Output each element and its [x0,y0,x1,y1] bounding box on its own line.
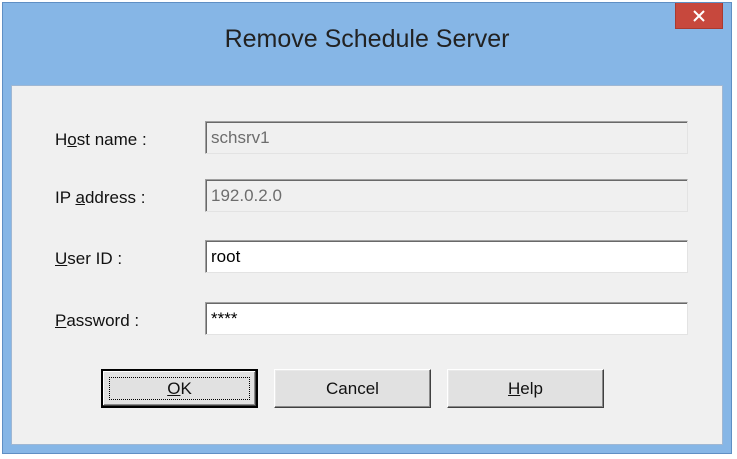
dialog-title: Remove Schedule Server [224,25,510,53]
help-button[interactable]: Help [447,369,604,408]
cancel-button-label: Cancel [326,378,379,398]
dialog-window: Remove Schedule Server Host name : IP ad… [2,2,732,454]
ip-address-accelerator: a [75,188,85,207]
host-name-accelerator: o [67,130,77,149]
close-button[interactable] [675,3,723,29]
host-name-field [205,121,688,154]
help-button-label: Help [508,378,543,398]
ip-address-field [205,179,688,212]
focus-rectangle [109,377,250,400]
ip-address-label: IP address : [55,188,146,207]
ok-button[interactable]: OK [101,369,258,408]
cancel-button[interactable]: Cancel [274,369,431,408]
user-id-accelerator: U [55,249,68,268]
password-field[interactable] [205,302,688,335]
password-label: Password : [55,311,140,330]
password-accelerator: P [55,311,67,330]
user-id-field[interactable] [205,240,688,273]
user-id-label: User ID : [55,249,123,268]
close-icon [693,9,705,22]
dialog-body: Host name : IP address : User ID : Passw… [11,85,723,445]
host-name-label: Host name : [55,130,147,149]
title-bar[interactable]: Remove Schedule Server [3,3,731,85]
